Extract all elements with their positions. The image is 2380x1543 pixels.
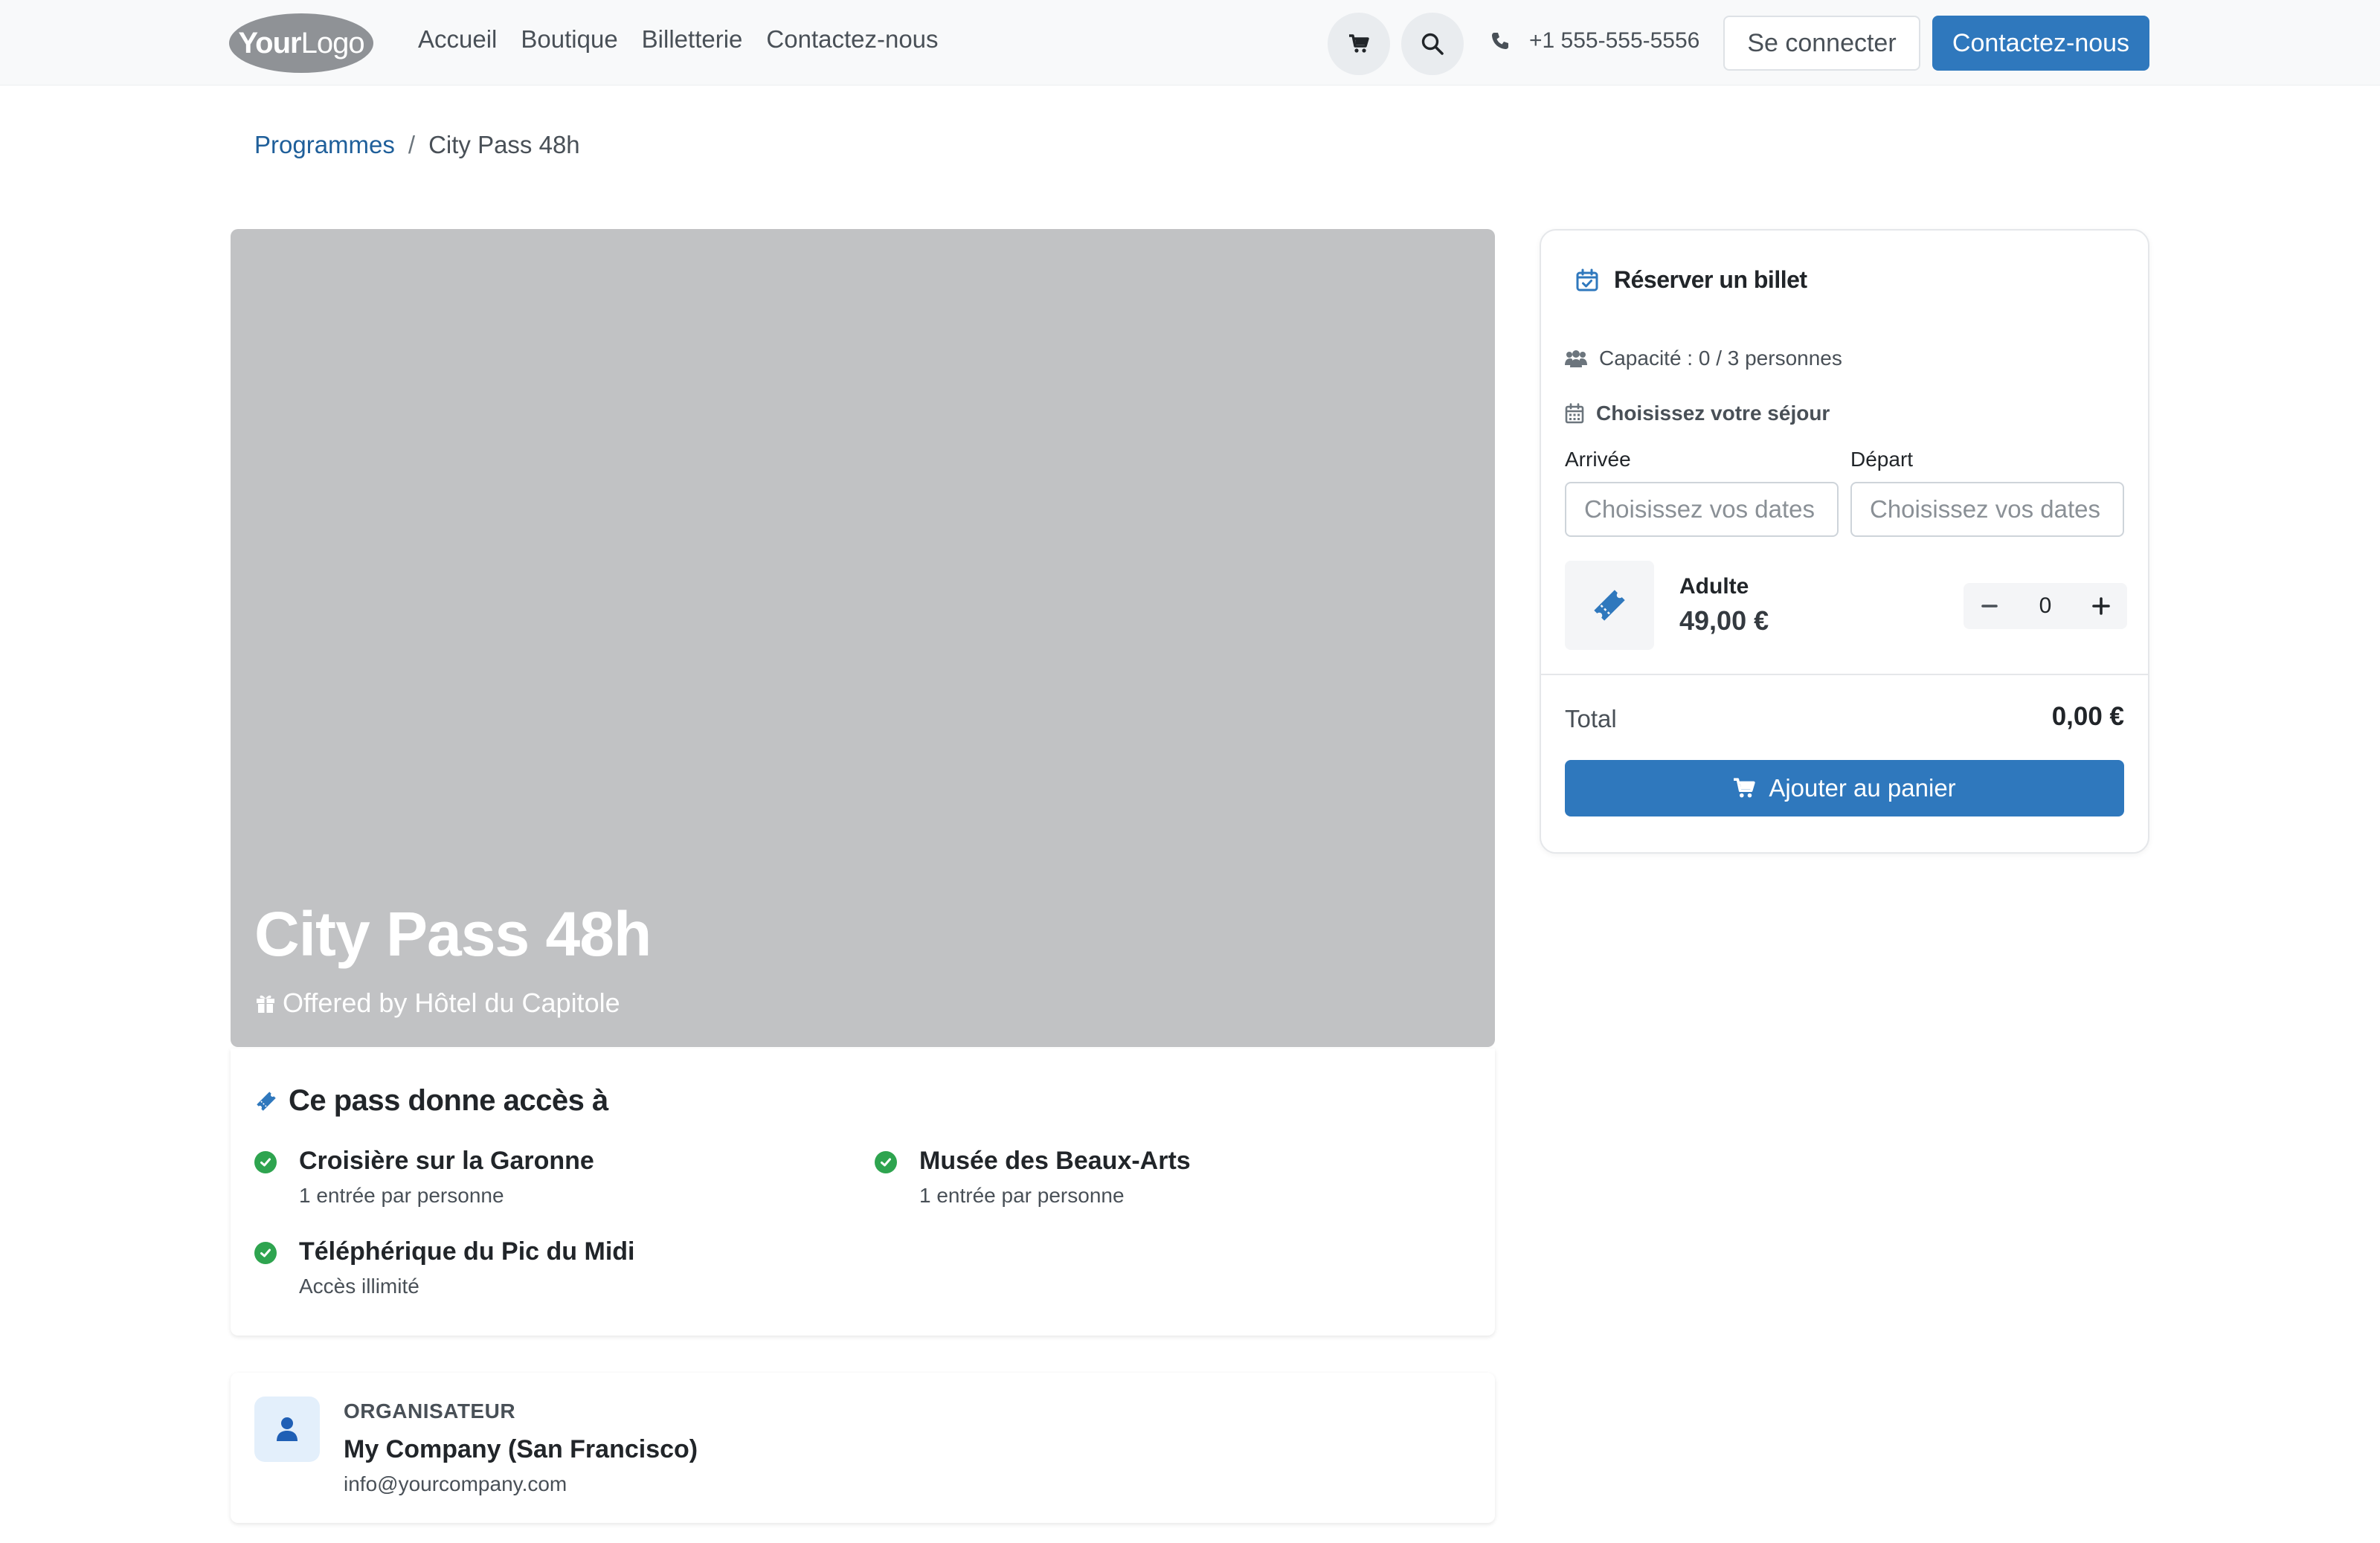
- quantity-stepper: 0: [1964, 583, 2127, 629]
- main-nav: Accueil Boutique Billetterie Contactez-n…: [418, 25, 939, 54]
- breadcrumb-programs-link[interactable]: Programmes: [254, 131, 395, 159]
- top-navbar: Your Logo Accueil Boutique Billetterie Co…: [0, 0, 2380, 86]
- add-to-cart-label: Ajouter au panier: [1769, 774, 1956, 802]
- access-title: Ce pass donne accès à: [254, 1084, 608, 1118]
- cart-icon: [1734, 778, 1756, 798]
- total-value: 0,00 €: [2051, 702, 2124, 731]
- capacity-info: Capacité : 0 / 3 personnes: [1565, 347, 1842, 370]
- check-circle-icon: [254, 1242, 277, 1264]
- users-icon: [1565, 350, 1587, 367]
- increase-quantity-button[interactable]: [2082, 587, 2120, 625]
- cart-button[interactable]: [1328, 13, 1390, 75]
- user-icon: [277, 1417, 298, 1441]
- ticket-icon: [1594, 590, 1625, 621]
- access-item-desc: 1 entrée par personne: [299, 1184, 504, 1207]
- cart-icon: [1349, 34, 1369, 53]
- calendar-check-icon: [1576, 268, 1598, 291]
- access-item-desc: 1 entrée par personne: [919, 1184, 1125, 1207]
- hero-offered-by: Offered by Hôtel du Capitole: [283, 988, 620, 1018]
- ticket-type-icon-box: [1565, 561, 1654, 650]
- hero-image: City Pass 48h Offered by Hôtel du Capito…: [231, 229, 1495, 1047]
- organizer-card: ORGANISATEUR My Company (San Francisco) …: [231, 1373, 1495, 1523]
- phone-icon: [1492, 33, 1508, 49]
- logo-bold-text: Your: [238, 26, 301, 59]
- total-label: Total: [1565, 705, 1617, 732]
- contact-button[interactable]: Contactez-nous: [1932, 16, 2149, 71]
- booking-panel: Réserver un billet Capacité : 0 / 3 pers…: [1540, 229, 2149, 854]
- ticket-icon: [257, 1091, 276, 1111]
- ticket-type-price: 49,00 €: [1679, 605, 1769, 636]
- logo-light-text: Logo: [300, 26, 365, 59]
- search-button[interactable]: [1401, 13, 1464, 75]
- departure-label: Départ: [1850, 448, 1914, 471]
- arrival-date-input[interactable]: [1565, 482, 1839, 537]
- nav-item-shop[interactable]: Boutique: [521, 25, 617, 54]
- check-circle-icon: [254, 1151, 277, 1173]
- nav-item-home[interactable]: Accueil: [418, 25, 497, 54]
- breadcrumb-separator: /: [408, 131, 416, 158]
- plus-icon: [2092, 597, 2110, 615]
- access-item-name: Téléphérique du Pic du Midi: [299, 1237, 635, 1266]
- departure-date-input[interactable]: [1850, 482, 2124, 537]
- page-title: City Pass 48h: [254, 899, 652, 969]
- add-to-cart-button[interactable]: Ajouter au panier: [1565, 760, 2124, 816]
- calendar-icon: [1565, 403, 1584, 424]
- organizer-name: My Company (San Francisco): [344, 1435, 698, 1463]
- organizer-email[interactable]: info@yourcompany.com: [344, 1472, 567, 1496]
- ticket-type-name: Adulte: [1679, 574, 1749, 599]
- access-item-desc: Accès illimité: [299, 1275, 419, 1298]
- access-item-name: Musée des Beaux-Arts: [919, 1147, 1191, 1175]
- breadcrumb: Programmes / City Pass 48h: [254, 131, 580, 159]
- hero-subtitle: Offered by Hôtel du Capitole: [254, 988, 620, 1019]
- company-logo[interactable]: Your Logo: [229, 13, 373, 73]
- access-title-text: Ce pass donne accès à: [289, 1084, 608, 1117]
- check-circle-icon: [875, 1151, 897, 1173]
- stay-heading-text: Choisissez votre séjour: [1596, 402, 1830, 425]
- booking-title-text: Réserver un billet: [1614, 266, 1807, 293]
- access-card: Ce pass donne accès à Croisière sur la G…: [231, 1048, 1495, 1336]
- quantity-value[interactable]: 0: [2039, 593, 2052, 619]
- arrival-label: Arrivée: [1565, 448, 1631, 471]
- organizer-avatar: [254, 1397, 320, 1462]
- capacity-text: Capacité : 0 / 3 personnes: [1599, 347, 1842, 370]
- login-button[interactable]: Se connecter: [1723, 16, 1920, 71]
- booking-divider: [1541, 674, 2148, 675]
- booking-title: Réserver un billet: [1575, 266, 1807, 294]
- search-icon: [1421, 33, 1444, 55]
- phone-contact[interactable]: +1 555-555-5556: [1490, 28, 1699, 54]
- nav-item-contact[interactable]: Contactez-nous: [766, 25, 938, 54]
- stay-heading: Choisissez votre séjour: [1565, 402, 1830, 425]
- access-item-name: Croisière sur la Garonne: [299, 1147, 594, 1175]
- breadcrumb-current: City Pass 48h: [428, 131, 580, 158]
- gift-icon: [257, 995, 274, 1013]
- minus-icon: [1981, 605, 1998, 608]
- decrease-quantity-button[interactable]: [1971, 587, 2008, 625]
- organizer-label: ORGANISATEUR: [344, 1399, 516, 1423]
- phone-number: +1 555-555-5556: [1529, 28, 1700, 53]
- nav-item-ticketing[interactable]: Billetterie: [642, 25, 743, 54]
